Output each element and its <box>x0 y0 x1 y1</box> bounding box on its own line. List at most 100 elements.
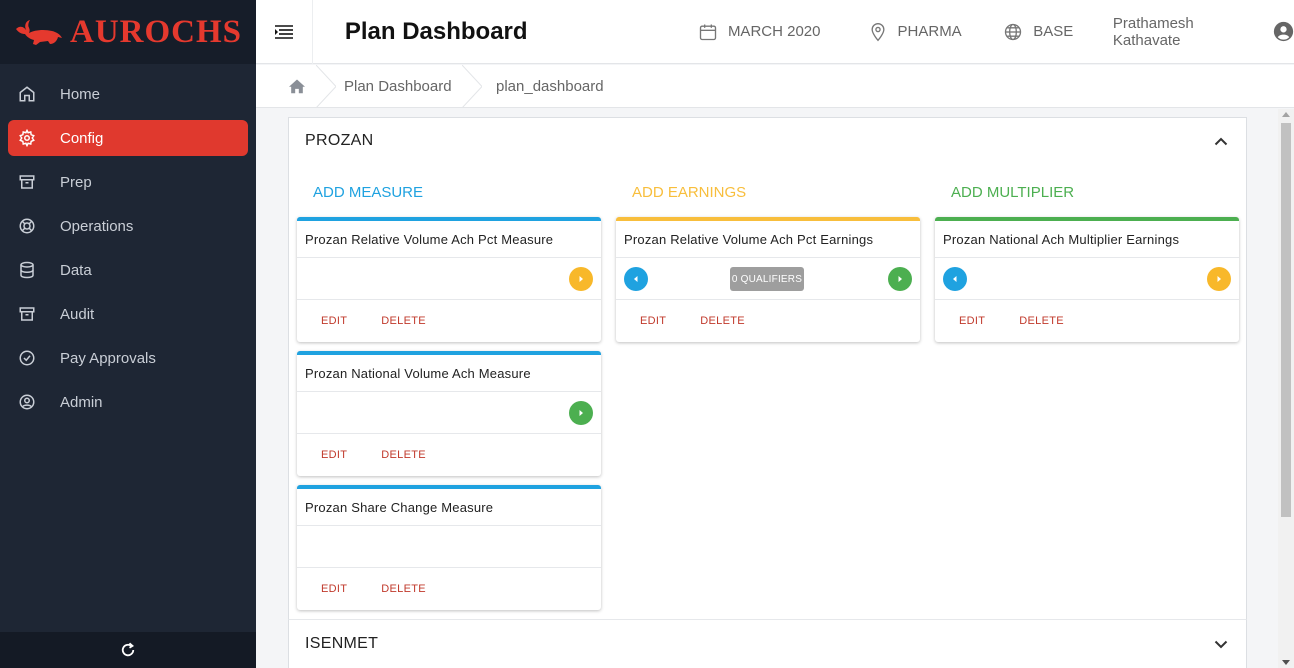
region-label: PHARMA <box>897 23 962 40</box>
sidebar: AUROCHS Home Config Prep Operations Data… <box>0 0 256 668</box>
card-body <box>935 258 1239 300</box>
logo[interactable]: AUROCHS <box>0 0 256 64</box>
sidebar-item-label: Pay Approvals <box>60 349 156 367</box>
sidebar-item-operations[interactable]: Operations <box>8 208 248 244</box>
measure-card: Prozan National Volume Ach Measure EDIT … <box>297 351 601 476</box>
next-button[interactable] <box>569 267 593 291</box>
breadcrumb-home[interactable] <box>256 64 336 108</box>
card-actions: EDIT DELETE <box>935 300 1239 342</box>
breadcrumb-separator <box>462 64 482 108</box>
card-actions: EDIT DELETE <box>297 568 601 610</box>
panel-title: PROZAN <box>305 132 374 149</box>
card-title: Prozan National Volume Ach Measure <box>297 355 601 392</box>
edit-button[interactable]: EDIT <box>321 315 347 327</box>
panel-header[interactable]: PROZAN <box>289 118 1246 164</box>
globe-icon <box>1003 22 1023 42</box>
previous-button[interactable] <box>624 267 648 291</box>
card-body <box>297 258 601 300</box>
sidebar-footer <box>0 632 256 668</box>
delete-button[interactable]: DELETE <box>381 449 426 461</box>
user-menu[interactable]: Prathamesh Kathavate <box>1113 15 1294 49</box>
sidebar-item-pay-approvals[interactable]: Pay Approvals <box>8 340 248 376</box>
breadcrumb-item[interactable]: Plan Dashboard <box>336 78 462 95</box>
measure-card: Prozan Share Change Measure EDIT DELETE <box>297 485 601 610</box>
calendar-icon <box>698 22 718 42</box>
database-icon <box>17 260 37 280</box>
main-content: PROZAN ADD MEASURE Prozan Relative Volum… <box>256 109 1278 668</box>
card-title: Prozan Share Change Measure <box>297 489 601 526</box>
home-icon <box>17 84 37 104</box>
sidebar-item-config[interactable]: Config <box>8 120 248 156</box>
sidebar-item-label: Data <box>60 261 92 279</box>
gear-icon <box>17 128 37 148</box>
add-measure-button[interactable]: ADD MEASURE <box>313 184 423 201</box>
bull-logo-icon <box>16 20 62 45</box>
add-multiplier-button[interactable]: ADD MULTIPLIER <box>951 184 1074 201</box>
sidebar-nav: Home Config Prep Operations Data Audit P… <box>0 64 256 420</box>
multiplier-card: Prozan National Ach Multiplier Earnings … <box>935 217 1239 342</box>
panel-columns: ADD MEASURE Prozan Relative Volume Ach P… <box>289 164 1246 619</box>
home-icon <box>288 78 306 94</box>
region-selector[interactable]: PHARMA <box>868 22 990 42</box>
sidebar-item-home[interactable]: Home <box>8 76 248 112</box>
scroll-thumb[interactable] <box>1281 123 1291 517</box>
card-actions: EDIT DELETE <box>616 300 920 342</box>
next-button[interactable] <box>569 401 593 425</box>
user-circle-icon <box>17 392 37 412</box>
card-actions: EDIT DELETE <box>297 434 601 476</box>
delete-button[interactable]: DELETE <box>381 315 426 327</box>
vertical-scrollbar[interactable] <box>1278 109 1294 668</box>
edit-button[interactable]: EDIT <box>640 315 666 327</box>
period-selector[interactable]: MARCH 2020 <box>698 22 854 42</box>
edit-button[interactable]: EDIT <box>321 449 347 461</box>
scenario-label: BASE <box>1033 23 1074 40</box>
period-label: MARCH 2020 <box>727 23 821 40</box>
card-actions: EDIT DELETE <box>297 300 601 342</box>
scroll-down-arrow[interactable] <box>1282 660 1290 665</box>
sidebar-item-label: Audit <box>60 305 95 323</box>
sidebar-item-prep[interactable]: Prep <box>8 164 248 200</box>
chevron-up-icon[interactable] <box>1214 137 1228 146</box>
edit-button[interactable]: EDIT <box>959 315 985 327</box>
page-title: Plan Dashboard <box>344 17 528 45</box>
user-name: Prathamesh Kathavate <box>1112 14 1194 49</box>
next-button[interactable] <box>888 267 912 291</box>
qualifiers-badge[interactable]: 0 QUALIFIERS <box>730 267 804 291</box>
menu-toggle-button[interactable] <box>256 0 313 64</box>
sidebar-item-label: Admin <box>60 393 103 411</box>
card-body: 0 QUALIFIERS <box>616 258 920 300</box>
breadcrumb-item-current: plan_dashboard <box>496 77 604 95</box>
delete-button[interactable]: DELETE <box>700 315 745 327</box>
next-button[interactable] <box>1207 267 1231 291</box>
card-title: Prozan Relative Volume Ach Pct Measure <box>297 221 601 258</box>
measure-card: Prozan Relative Volume Ach Pct Measure E… <box>297 217 601 342</box>
plan-panel-isenmet[interactable]: ISENMET <box>288 619 1247 668</box>
scenario-selector[interactable]: BASE <box>1003 22 1113 42</box>
sidebar-item-label: Prep <box>60 173 92 191</box>
chevron-down-icon[interactable] <box>1214 640 1228 649</box>
sidebar-item-admin[interactable]: Admin <box>8 384 248 420</box>
earnings-card: Prozan Relative Volume Ach Pct Earnings … <box>616 217 920 342</box>
scroll-up-arrow[interactable] <box>1282 112 1290 117</box>
delete-button[interactable]: DELETE <box>381 583 426 595</box>
sidebar-item-audit[interactable]: Audit <box>8 296 248 332</box>
delete-button[interactable]: DELETE <box>1019 315 1064 327</box>
card-title: Prozan National Ach Multiplier Earnings <box>935 221 1239 258</box>
edit-button[interactable]: EDIT <box>321 583 347 595</box>
archive-icon <box>17 304 37 324</box>
sidebar-item-label: Home <box>60 85 101 103</box>
card-body <box>297 392 601 434</box>
sidebar-item-label: Config <box>60 129 104 147</box>
location-pin-icon <box>868 22 888 42</box>
breadcrumb: Plan Dashboard plan_dashboard <box>256 64 1294 108</box>
previous-button[interactable] <box>943 267 967 291</box>
sidebar-item-label: Operations <box>60 217 134 235</box>
sidebar-item-data[interactable]: Data <box>8 252 248 288</box>
menu-icon <box>274 24 293 40</box>
add-earnings-button[interactable]: ADD EARNINGS <box>632 184 746 201</box>
user-avatar-icon <box>1273 21 1294 42</box>
top-bar: Plan Dashboard MARCH 2020 PHARMA BASE Pr… <box>256 0 1294 64</box>
check-circle-icon <box>17 348 37 368</box>
card-body <box>297 526 601 568</box>
refresh-icon[interactable] <box>119 641 137 659</box>
